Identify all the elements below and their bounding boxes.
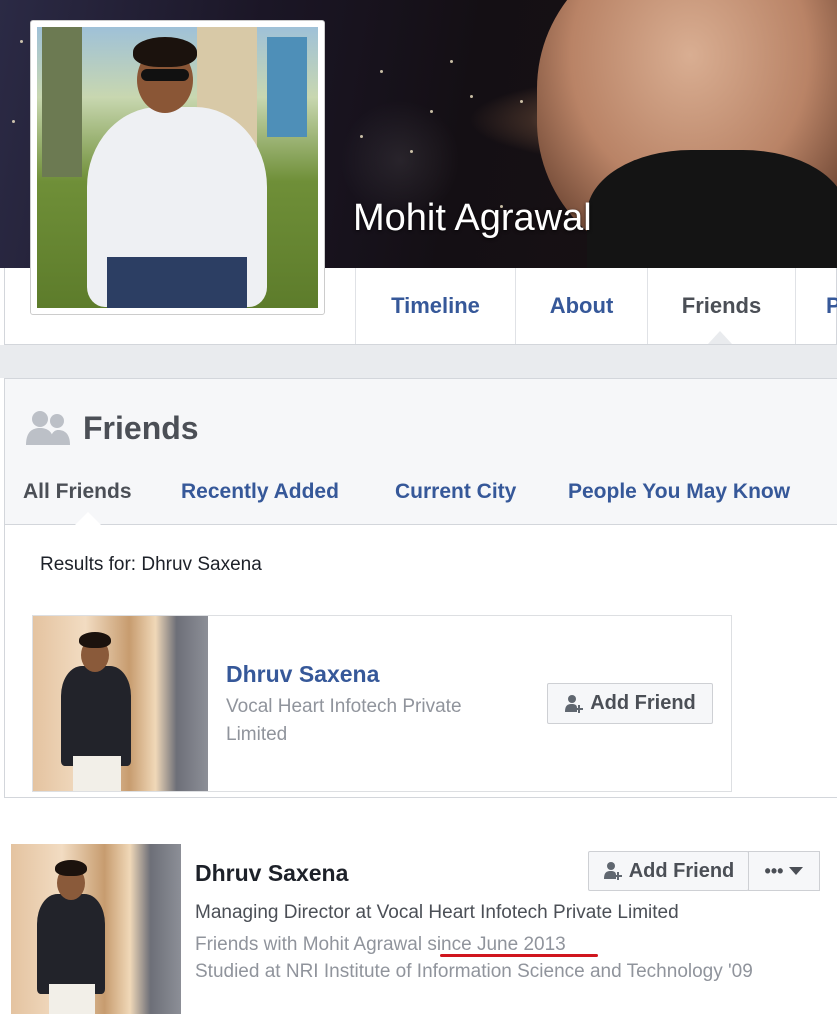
subtab-recently-added[interactable]: Recently Added [181, 480, 339, 504]
more-options-button[interactable]: ••• [748, 851, 820, 891]
add-friend-icon [603, 862, 622, 880]
friends-header: Friends All Friends Recently Added Curre… [5, 379, 837, 525]
section-gap [0, 345, 837, 378]
active-subtab-caret [75, 512, 101, 525]
friends-since-text: since June 2013 [427, 934, 566, 955]
profile-picture[interactable] [30, 20, 325, 315]
friend-card-name[interactable]: Dhruv Saxena [226, 661, 379, 688]
add-friend-button[interactable]: Add Friend [547, 683, 713, 724]
search-result-photo[interactable] [11, 844, 181, 1014]
red-underline-annotation [440, 954, 598, 957]
subtab-all-friends[interactable]: All Friends [23, 480, 132, 504]
friend-card-photo[interactable] [33, 616, 208, 791]
search-result-add-friend-button[interactable]: Add Friend [588, 851, 749, 891]
subtab-current-city[interactable]: Current City [395, 480, 516, 504]
search-result-friends-with: Friends with Mohit Agrawal since June 20… [195, 934, 566, 956]
tab-timeline[interactable]: Timeline [355, 268, 515, 344]
tab-about[interactable]: About [515, 268, 647, 344]
friends-icon [26, 411, 70, 445]
profile-name[interactable]: Mohit Agrawal [353, 197, 592, 240]
results-for-text: Results for: Dhruv Saxena [40, 554, 262, 575]
chevron-down-icon [789, 867, 804, 875]
friend-card: Dhruv Saxena Vocal Heart Infotech Privat… [32, 615, 732, 792]
friends-title: Friends [83, 410, 199, 446]
active-tab-caret [708, 331, 732, 344]
tab-photos[interactable]: P [795, 268, 837, 344]
more-dots-icon: ••• [764, 860, 784, 881]
profile-picture-image [37, 27, 318, 308]
search-result-education: Studied at NRI Institute of Information … [195, 961, 753, 982]
friends-panel: Friends All Friends Recently Added Curre… [4, 378, 837, 798]
search-result-name[interactable]: Dhruv Saxena [195, 860, 348, 887]
add-friend-icon [565, 694, 584, 713]
friend-card-subtitle: Vocal Heart Infotech Private Limited [226, 696, 462, 745]
cover-jacket [587, 150, 837, 268]
friends-with-text: Friends with Mohit Agrawal [195, 934, 423, 955]
subtab-people-you-may-know[interactable]: People You May Know [568, 480, 790, 504]
search-result-job: Managing Director at Vocal Heart Infotec… [195, 902, 679, 923]
